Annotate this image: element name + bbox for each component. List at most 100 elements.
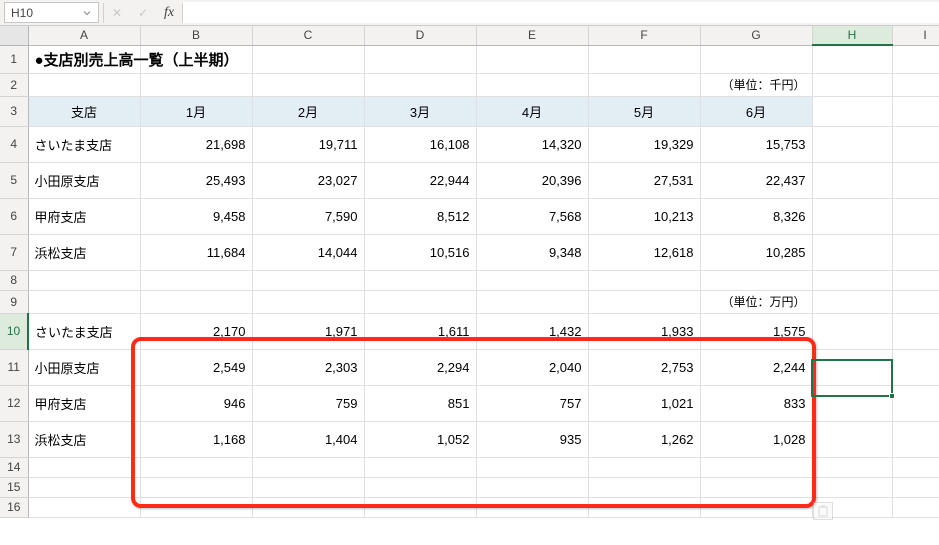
cell-F5[interactable]: 27,531 [588, 162, 700, 198]
cell-C11[interactable]: 2,303 [252, 349, 364, 385]
cell-D7[interactable]: 10,516 [364, 234, 476, 270]
cell-E10[interactable]: 1,432 [476, 313, 588, 349]
row-header-13[interactable]: 13 [0, 421, 28, 457]
formula-input[interactable] [183, 2, 939, 23]
cell-C5[interactable]: 23,027 [252, 162, 364, 198]
cell-G10[interactable]: 1,575 [700, 313, 812, 349]
branch-odawara-2[interactable]: 小田原支店 [28, 349, 140, 385]
cell-F12[interactable]: 1,021 [588, 385, 700, 421]
branch-saitama-2[interactable]: さいたま支店 [28, 313, 140, 349]
fill-handle[interactable] [889, 393, 895, 399]
name-box-dropdown-icon[interactable] [82, 3, 92, 23]
cell-G5[interactable]: 22,437 [700, 162, 812, 198]
insert-function-button[interactable]: fx [156, 1, 182, 25]
row-header-11[interactable]: 11 [0, 349, 28, 385]
row-header-10[interactable]: 10 [0, 313, 28, 349]
cell-D13[interactable]: 1,052 [364, 421, 476, 457]
cell-B12[interactable]: 946 [140, 385, 252, 421]
branch-saitama[interactable]: さいたま支店 [28, 126, 140, 162]
cell-D11[interactable]: 2,294 [364, 349, 476, 385]
cell-F13[interactable]: 1,262 [588, 421, 700, 457]
branch-kofu-2[interactable]: 甲府支店 [28, 385, 140, 421]
row-header-15[interactable]: 15 [0, 477, 28, 497]
cell-E12[interactable]: 757 [476, 385, 588, 421]
cell-B13[interactable]: 1,168 [140, 421, 252, 457]
cell-D12[interactable]: 851 [364, 385, 476, 421]
cell-F10[interactable]: 1,933 [588, 313, 700, 349]
col-header-D[interactable]: D [364, 26, 476, 45]
row-header-9[interactable]: 9 [0, 290, 28, 313]
cell-D10[interactable]: 1,611 [364, 313, 476, 349]
col-header-E[interactable]: E [476, 26, 588, 45]
row-header-14[interactable]: 14 [0, 457, 28, 477]
cell-B6[interactable]: 9,458 [140, 198, 252, 234]
row-header-12[interactable]: 12 [0, 385, 28, 421]
row-header-16[interactable]: 16 [0, 497, 28, 517]
branch-odawara[interactable]: 小田原支店 [28, 162, 140, 198]
row-header-7[interactable]: 7 [0, 234, 28, 270]
row-header-2[interactable]: 2 [0, 73, 28, 96]
unit-label-man[interactable]: （単位：万円） [700, 290, 812, 313]
paste-options-button[interactable] [813, 502, 833, 520]
unit-label-sen[interactable]: （単位：千円） [700, 73, 812, 96]
cell-C13[interactable]: 1,404 [252, 421, 364, 457]
col-header-A[interactable]: A [28, 26, 140, 45]
col-header-H[interactable]: H [812, 26, 892, 45]
hdr-m3[interactable]: 3月 [364, 96, 476, 126]
cell-E6[interactable]: 7,568 [476, 198, 588, 234]
cell-C7[interactable]: 14,044 [252, 234, 364, 270]
cell-B11[interactable]: 2,549 [140, 349, 252, 385]
hdr-m4[interactable]: 4月 [476, 96, 588, 126]
hdr-m5[interactable]: 5月 [588, 96, 700, 126]
cell-B10[interactable]: 2,170 [140, 313, 252, 349]
cell-E7[interactable]: 9,348 [476, 234, 588, 270]
cell-G12[interactable]: 833 [700, 385, 812, 421]
cell-D4[interactable]: 16,108 [364, 126, 476, 162]
cell-G13[interactable]: 1,028 [700, 421, 812, 457]
row-header-8[interactable]: 8 [0, 270, 28, 290]
hdr-store[interactable]: 支店 [28, 96, 140, 126]
cell-E5[interactable]: 20,396 [476, 162, 588, 198]
hdr-m6[interactable]: 6月 [700, 96, 812, 126]
cell-G4[interactable]: 15,753 [700, 126, 812, 162]
name-box[interactable]: H10 [4, 2, 99, 23]
hdr-m2[interactable]: 2月 [252, 96, 364, 126]
cell-F11[interactable]: 2,753 [588, 349, 700, 385]
cell-C12[interactable]: 759 [252, 385, 364, 421]
cell-G7[interactable]: 10,285 [700, 234, 812, 270]
select-all-corner[interactable] [0, 26, 28, 45]
row-header-6[interactable]: 6 [0, 198, 28, 234]
branch-kofu[interactable]: 甲府支店 [28, 198, 140, 234]
cell-B4[interactable]: 21,698 [140, 126, 252, 162]
hdr-m1[interactable]: 1月 [140, 96, 252, 126]
col-header-B[interactable]: B [140, 26, 252, 45]
worksheet[interactable]: A B C D E F G H I 1 ●支店別売上高一覧（上半期） 2 （単位… [0, 26, 939, 545]
cell-C6[interactable]: 7,590 [252, 198, 364, 234]
cell-H10[interactable] [812, 313, 892, 349]
cell-F7[interactable]: 12,618 [588, 234, 700, 270]
cell-B7[interactable]: 11,684 [140, 234, 252, 270]
cell-B5[interactable]: 25,493 [140, 162, 252, 198]
col-header-F[interactable]: F [588, 26, 700, 45]
cell-D6[interactable]: 8,512 [364, 198, 476, 234]
cell-C4[interactable]: 19,711 [252, 126, 364, 162]
cell-F4[interactable]: 19,329 [588, 126, 700, 162]
col-header-C[interactable]: C [252, 26, 364, 45]
branch-hamamatsu[interactable]: 浜松支店 [28, 234, 140, 270]
row-header-5[interactable]: 5 [0, 162, 28, 198]
cell-E11[interactable]: 2,040 [476, 349, 588, 385]
cell-E13[interactable]: 935 [476, 421, 588, 457]
row-header-3[interactable]: 3 [0, 96, 28, 126]
branch-hamamatsu-2[interactable]: 浜松支店 [28, 421, 140, 457]
cell-C10[interactable]: 1,971 [252, 313, 364, 349]
cell-E4[interactable]: 14,320 [476, 126, 588, 162]
cell-F6[interactable]: 10,213 [588, 198, 700, 234]
page-title[interactable]: ●支店別売上高一覧（上半期） [28, 45, 140, 73]
row-header-1[interactable]: 1 [0, 45, 28, 73]
cell-G6[interactable]: 8,326 [700, 198, 812, 234]
cell-G11[interactable]: 2,244 [700, 349, 812, 385]
cell-D5[interactable]: 22,944 [364, 162, 476, 198]
col-header-I[interactable]: I [892, 26, 939, 45]
col-header-G[interactable]: G [700, 26, 812, 45]
grid[interactable]: A B C D E F G H I 1 ●支店別売上高一覧（上半期） 2 （単位… [0, 26, 939, 518]
